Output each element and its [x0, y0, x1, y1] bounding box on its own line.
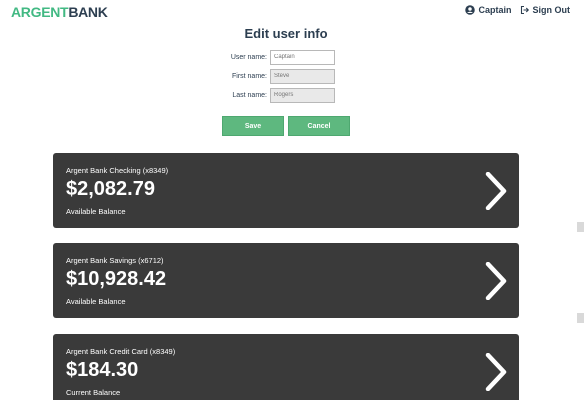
account-card-savings[interactable]: Argent Bank Savings (x6712) $10,928.42 A…	[53, 243, 519, 318]
scrollbar-mark[interactable]	[577, 313, 584, 323]
account-title: Argent Bank Savings (x6712)	[66, 256, 164, 265]
account-card-credit[interactable]: Argent Bank Credit Card (x8349) $184.30 …	[53, 334, 519, 400]
sign-out-label: Sign Out	[532, 5, 571, 15]
cancel-button[interactable]: Cancel	[288, 116, 350, 136]
save-button[interactable]: Save	[222, 116, 284, 136]
lastname-field	[270, 87, 335, 103]
account-amount: $10,928.42	[66, 268, 167, 290]
page-title: Edit user info	[244, 26, 328, 41]
user-name-label: Captain	[478, 5, 512, 15]
account-description: Available Balance	[66, 207, 126, 216]
logo-part-argent: ARGENT	[11, 4, 69, 20]
account-description: Current Balance	[66, 388, 121, 397]
account-title: Argent Bank Checking (x8349)	[66, 166, 169, 175]
firstname-label: First name:	[231, 72, 267, 80]
account-description: Available Balance	[66, 297, 126, 306]
username-field[interactable]	[270, 49, 335, 65]
account-amount: $184.30	[66, 359, 139, 381]
scrollbar-mark[interactable]	[577, 222, 584, 232]
chevron-right-icon[interactable]	[485, 262, 507, 300]
username-label: User name:	[230, 53, 267, 61]
firstname-row: First name:	[200, 68, 400, 84]
sign-out-link[interactable]: Sign Out	[520, 5, 571, 15]
top-nav: Captain Sign Out	[465, 5, 570, 15]
logo[interactable]: ARGENTBANK	[11, 4, 108, 20]
account-title: Argent Bank Credit Card (x8349)	[66, 347, 176, 356]
username-row: User name:	[200, 49, 400, 65]
chevron-right-icon[interactable]	[485, 353, 507, 391]
firstname-field	[270, 68, 335, 84]
lastname-label: Last name:	[232, 91, 267, 99]
header: ARGENTBANK Captain Sign Out	[0, 0, 584, 24]
user-link[interactable]: Captain	[465, 5, 512, 15]
account-amount: $2,082.79	[66, 178, 155, 200]
sign-out-icon	[520, 5, 529, 15]
account-card-checking[interactable]: Argent Bank Checking (x8349) $2,082.79 A…	[53, 153, 519, 228]
logo-part-bank: BANK	[68, 4, 108, 20]
user-circle-icon	[465, 5, 476, 15]
lastname-row: Last name:	[200, 87, 400, 103]
chevron-right-icon[interactable]	[485, 172, 507, 210]
